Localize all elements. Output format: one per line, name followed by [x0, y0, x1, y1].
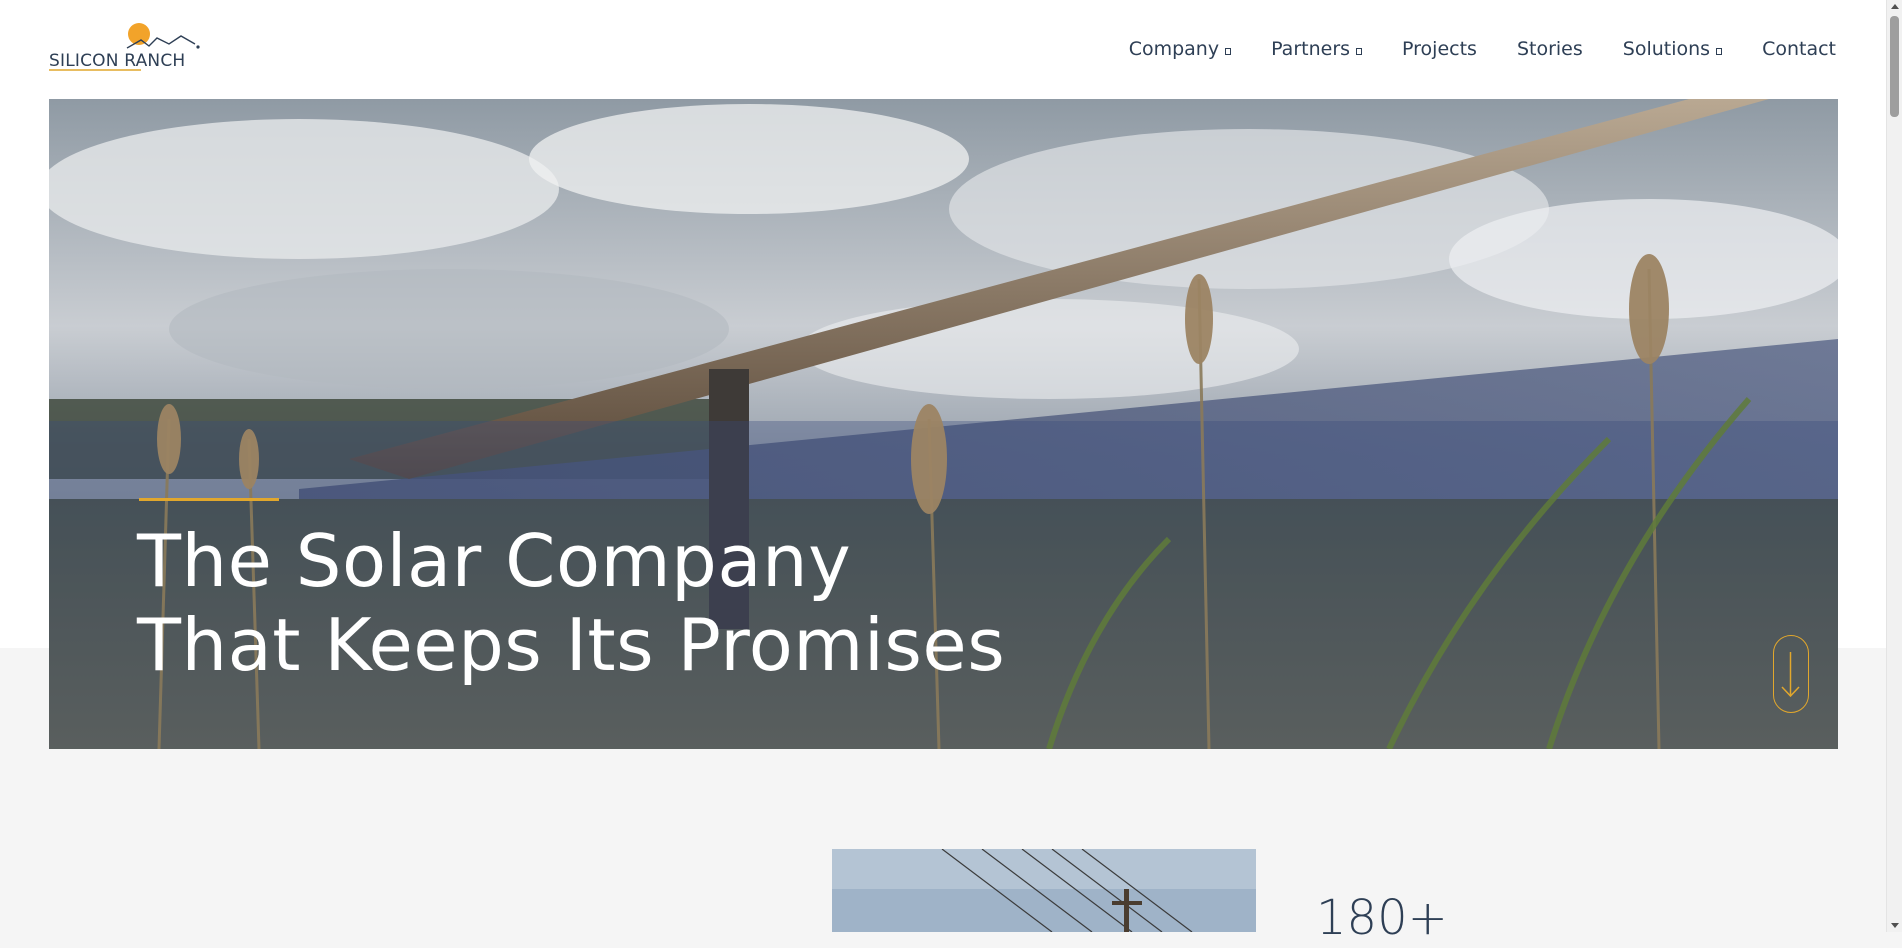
stat-value: 180+ [1316, 890, 1448, 946]
scroll-down-arrow-icon[interactable] [1891, 923, 1899, 928]
dropdown-caret-icon [1716, 47, 1723, 55]
nav-partners[interactable]: Partners [1271, 38, 1363, 60]
power-line-photo [832, 849, 1256, 932]
nav-stories-label: Stories [1516, 38, 1583, 60]
nav-stories[interactable]: Stories [1517, 38, 1583, 60]
nav-company[interactable]: Company [1128, 38, 1232, 60]
hero-title: The Solar Company That Keeps Its Promise… [137, 519, 1005, 687]
nav-partners-label: Partners [1271, 38, 1351, 60]
page-scrollbar[interactable] [1886, 0, 1902, 932]
nav-solutions[interactable]: Solutions [1622, 38, 1723, 60]
hero-title-line-2: That Keeps Its Promises [137, 603, 1006, 687]
nav-projects-label: Projects [1402, 38, 1477, 60]
arrow-down-icon [1781, 652, 1800, 698]
hero-accent-line [139, 498, 279, 501]
hero-banner: The Solar Company That Keeps Its Promise… [49, 99, 1838, 749]
logo-text: SILICON RANCH [49, 51, 185, 71]
nav-contact-label: Contact [1762, 38, 1836, 60]
nav-projects[interactable]: Projects [1402, 38, 1477, 60]
nav-contact[interactable]: Contact [1762, 38, 1836, 60]
scroll-up-arrow-icon[interactable] [1891, 4, 1899, 9]
nav-company-label: Company [1128, 38, 1220, 60]
dropdown-caret-icon [1356, 47, 1363, 55]
site-logo[interactable]: SILICON RANCH [49, 20, 201, 74]
scroll-down-button[interactable] [1773, 635, 1809, 713]
main-nav: Company Partners Projects Stories Soluti… [1129, 34, 1836, 64]
dropdown-caret-icon [1225, 47, 1232, 55]
scrollbar-thumb[interactable] [1890, 16, 1899, 117]
hero-title-line-1: The Solar Company [137, 519, 852, 603]
nav-solutions-label: Solutions [1622, 38, 1711, 60]
